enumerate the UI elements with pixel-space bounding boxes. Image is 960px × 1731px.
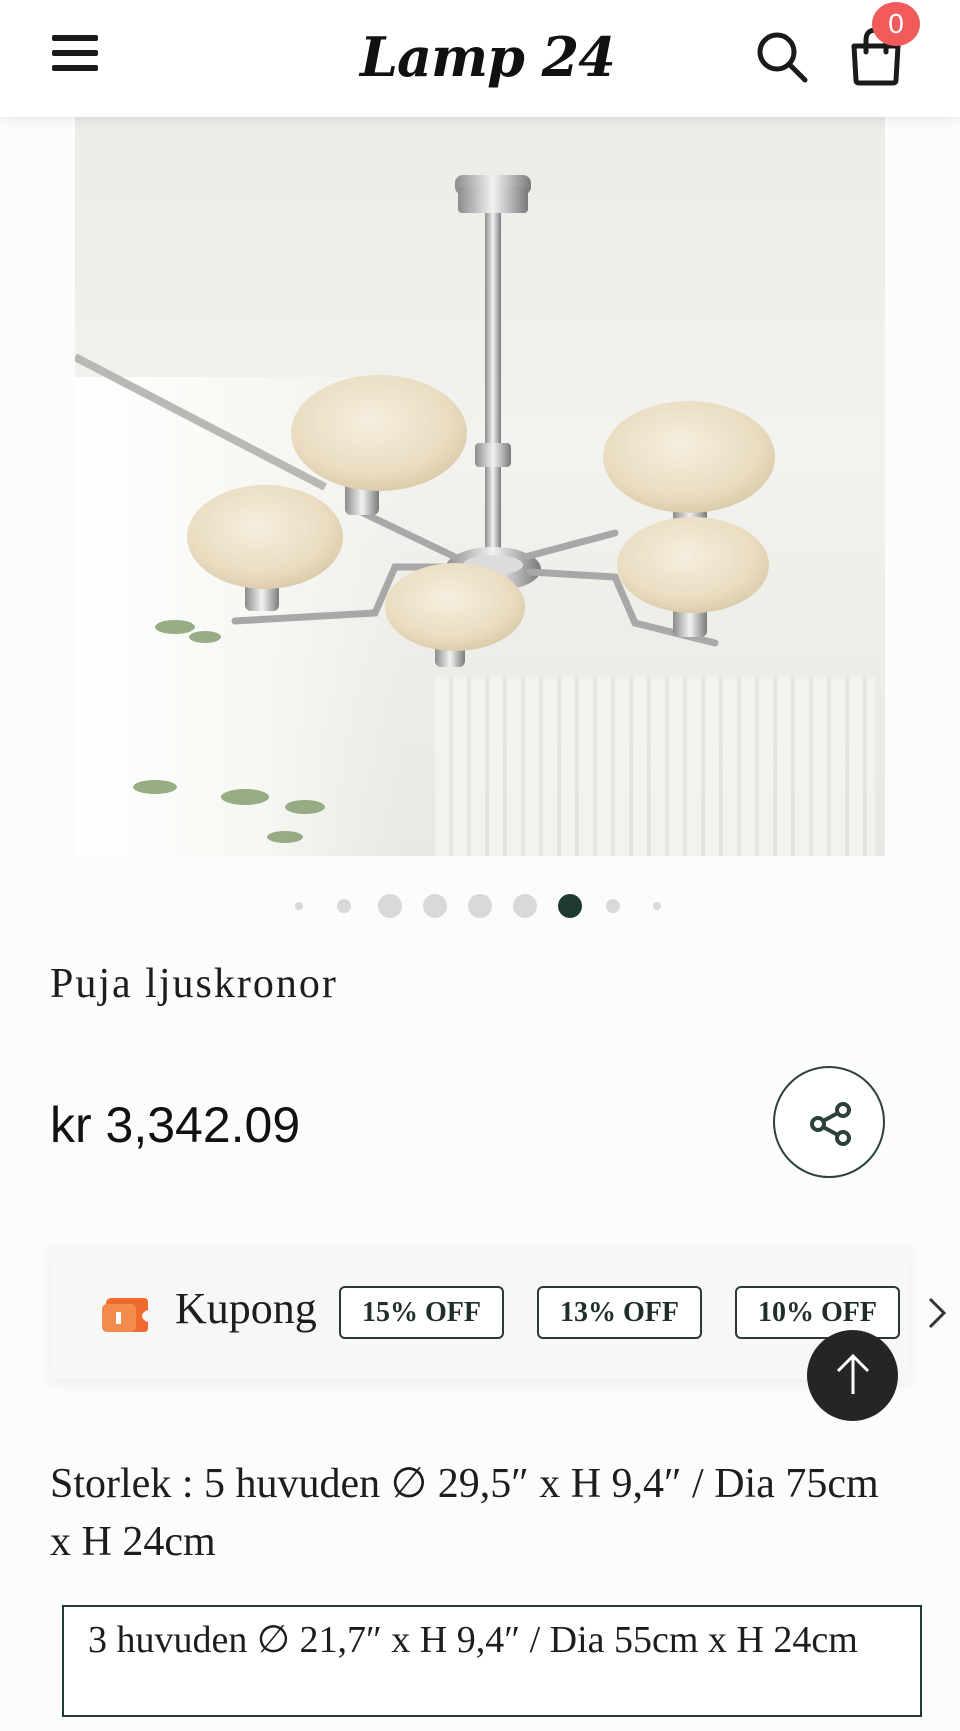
menu-icon[interactable] (52, 35, 98, 75)
coupon-label: Kupong (175, 1284, 317, 1333)
carousel-dot[interactable] (606, 899, 620, 913)
carousel-dot[interactable] (653, 902, 661, 910)
search-icon[interactable] (755, 30, 809, 84)
product-image[interactable] (75, 117, 885, 856)
carousel-dot[interactable] (295, 902, 303, 910)
product-title: Puja ljuskronor (50, 961, 338, 1007)
share-icon (810, 1102, 851, 1146)
coupon-10-off[interactable]: 10% OFF (735, 1286, 900, 1339)
menu-bar (52, 65, 98, 71)
carousel-dot[interactable] (378, 894, 402, 918)
coupon-ticket-icon (100, 1294, 150, 1334)
site-header: Lamp 24 0 (0, 0, 960, 117)
coupon-15-off[interactable]: 15% OFF (339, 1286, 504, 1339)
size-label: Storlek : 5 huvuden ∅ 29,5″ x H 9,4″ / D… (50, 1461, 879, 1565)
menu-bar (52, 50, 98, 56)
carousel-dot[interactable] (513, 894, 537, 918)
chevron-right-icon[interactable] (925, 1295, 949, 1331)
arrow-up-icon (836, 1353, 870, 1394)
scroll-to-top-button[interactable] (807, 1330, 898, 1421)
cart-count-badge: 0 (872, 2, 920, 46)
share-button[interactable] (773, 1066, 885, 1178)
size-option[interactable]: 3 huvuden ∅ 21,7″ x H 9,4″ / Dia 55cm x … (62, 1605, 922, 1717)
carousel-dot[interactable] (468, 894, 492, 918)
coupon-13-off[interactable]: 13% OFF (537, 1286, 702, 1339)
menu-bar (52, 35, 98, 41)
image-carousel-dots (280, 890, 680, 922)
carousel-dot-active[interactable] (558, 894, 582, 918)
product-price: kr 3,342.09 (50, 1097, 301, 1153)
carousel-dot[interactable] (337, 899, 351, 913)
site-logo[interactable]: Lamp 24 (360, 12, 616, 102)
carousel-dot[interactable] (423, 894, 447, 918)
chandelier-illustration (75, 175, 775, 843)
